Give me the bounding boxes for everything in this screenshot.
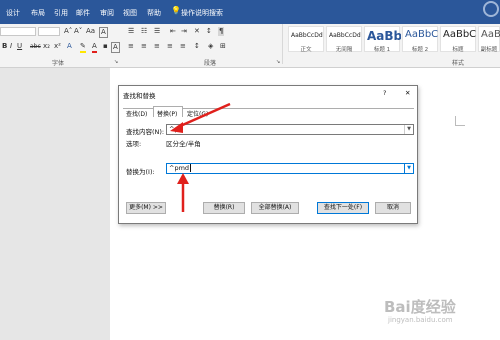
watermark-url: jingyan.baidu.com [388, 316, 453, 324]
arrow-head-find [170, 122, 183, 133]
watermark-logo: Bai度经验 [384, 298, 456, 316]
arrow-to-find-input [177, 102, 231, 129]
annotation-layer [170, 102, 231, 212]
arrow-head-replace [177, 173, 189, 184]
